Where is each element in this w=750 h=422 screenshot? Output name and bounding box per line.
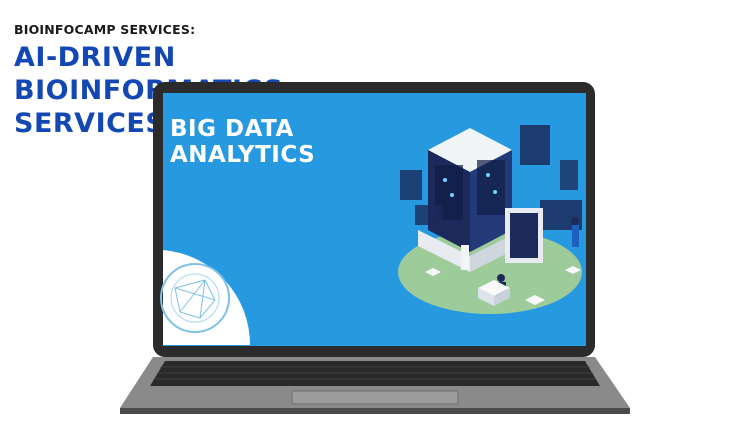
- laptop-illustration: [120, 82, 630, 414]
- screen-title-line2: ANALYTICS: [170, 142, 316, 168]
- screen-title: BIG DATA ANALYTICS: [170, 116, 315, 168]
- keyboard-area: [150, 361, 600, 386]
- trackpad: [291, 390, 459, 405]
- screen-title-line1: BIG DATA: [170, 116, 294, 142]
- laptop-base-edge: [120, 408, 630, 414]
